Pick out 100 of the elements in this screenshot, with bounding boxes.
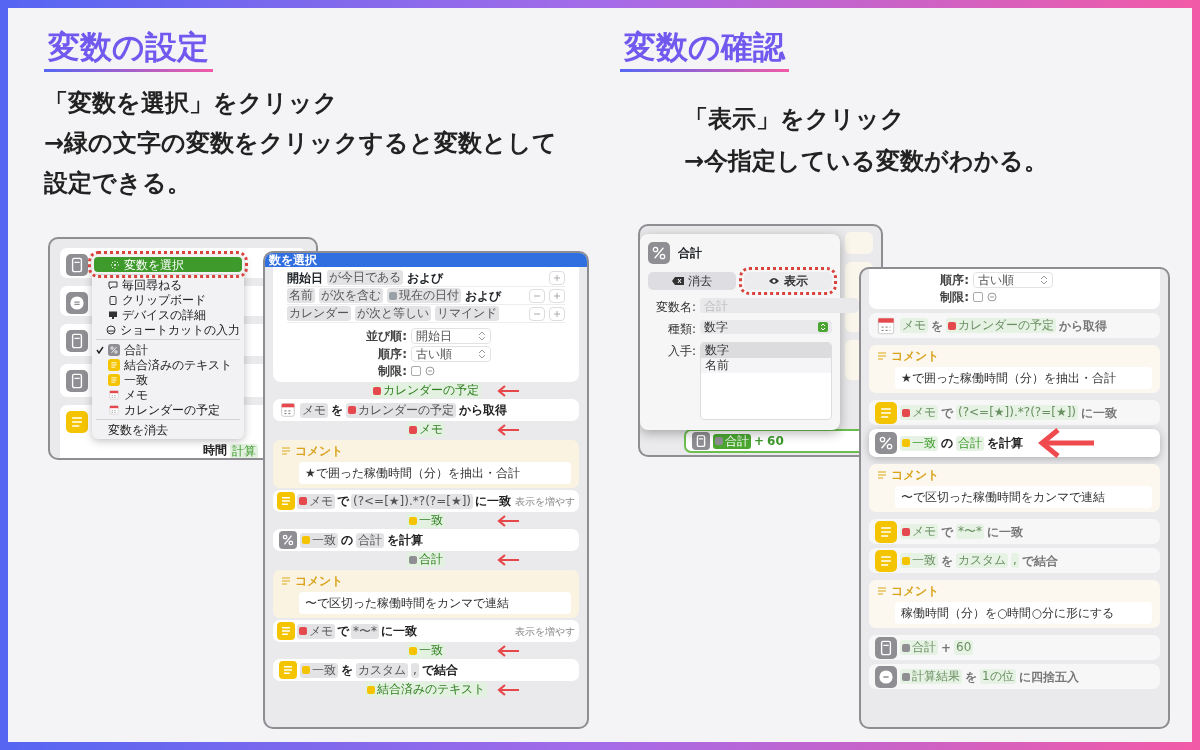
percent-icon <box>648 242 670 264</box>
comment-text: 稼働時間（分）を○時間○分に形にする <box>895 602 1152 624</box>
comment-title: コメント <box>891 348 939 365</box>
sort-select[interactable]: 開始日 <box>411 328 491 344</box>
percent-icon <box>108 343 120 356</box>
action-text: に一致 <box>381 623 417 640</box>
parameter-token[interactable]: が次と等しい <box>355 306 431 321</box>
menu-item[interactable]: 変数を消去 <box>92 422 244 437</box>
action-text: 開始日 <box>287 269 323 287</box>
parameter-token[interactable]: 名前 <box>287 288 315 303</box>
list-option[interactable]: 数字 <box>701 343 831 358</box>
parameter-token[interactable]: (?<=[★]).*?(?=[★]) <box>351 493 474 509</box>
parameter-token[interactable]: 60 <box>954 640 974 655</box>
parameter-token[interactable]: が次を含む <box>319 288 383 303</box>
comment-icon <box>877 586 887 596</box>
variable-token[interactable]: 一致 <box>407 513 445 528</box>
parameter-token[interactable]: , <box>1011 553 1019 568</box>
action-text: で <box>941 404 953 422</box>
menu-item[interactable]: クリップボード <box>92 292 244 307</box>
clipboard-icon <box>108 294 118 305</box>
parameter-token[interactable]: 1の位 <box>980 669 1016 684</box>
action-text: を <box>965 668 977 686</box>
parameter-token[interactable]: 合計 <box>956 435 984 451</box>
parameter-token[interactable]: (?<=[★]).*?(?=[★]) <box>956 405 1079 420</box>
clear-button[interactable]: 消去 <box>648 272 736 290</box>
add-button[interactable] <box>549 306 565 321</box>
action-text: で <box>941 523 953 541</box>
variable-token[interactable]: 一致 <box>900 435 938 451</box>
parameter-token[interactable]: *〜* <box>956 524 984 539</box>
variable-token[interactable]: カレンダーの予定 <box>946 318 1056 333</box>
variable-token[interactable]: 合計 <box>900 640 938 655</box>
show-more-link[interactable]: 表示を増やす <box>515 493 576 509</box>
comment-text: 〜で区切った稼働時間をカンマで連結 <box>895 486 1152 508</box>
variable-token[interactable]: 一致 <box>300 532 338 548</box>
section-heading: 変数の設定 <box>44 28 213 73</box>
type-select[interactable]: 数字 <box>700 320 832 334</box>
parameter-token[interactable]: リマインド <box>435 306 499 321</box>
variable-token[interactable]: 合計 <box>713 433 751 449</box>
variable-token[interactable]: メモ <box>900 524 938 539</box>
action-text: の <box>941 435 953 452</box>
limit-label: 制限: <box>939 288 969 306</box>
variable-token[interactable]: 一致 <box>900 553 938 568</box>
menu-item[interactable]: 結合済みのテキスト <box>92 357 244 372</box>
parameter-token[interactable]: カスタム <box>956 553 1008 568</box>
menu-item[interactable]: 毎回尋ねる <box>92 277 244 292</box>
comment-text: 〜で区切った稼働時間をカンマで連結 <box>299 592 571 614</box>
action-text: を <box>341 662 353 679</box>
calendar-icon <box>108 388 120 401</box>
menu-item[interactable]: ショートカットの入力 <box>92 322 244 337</box>
updown-icon <box>478 349 486 359</box>
action-text: に一致 <box>1081 404 1118 422</box>
add-button[interactable] <box>549 270 565 285</box>
list-option[interactable]: 名前 <box>701 358 831 373</box>
variable-token[interactable]: メモ <box>407 422 445 437</box>
action-text: から取得 <box>459 402 507 419</box>
variable-token[interactable]: 一致 <box>300 662 338 678</box>
calculator-icon <box>692 432 710 450</box>
parameter-token[interactable]: 合計 <box>356 532 384 548</box>
variable-token[interactable]: 計算結果 <box>900 669 962 684</box>
parameter-token[interactable]: メモ <box>300 402 328 418</box>
parameter-token[interactable]: カレンダー <box>287 306 351 321</box>
parameter-token[interactable]: *〜* <box>351 623 379 639</box>
parameter-token[interactable]: , <box>411 662 419 678</box>
menu-item[interactable]: 合計 <box>92 342 244 357</box>
checkbox[interactable] <box>973 291 983 302</box>
menu-item[interactable]: カレンダーの予定 <box>92 402 244 417</box>
menu-item[interactable]: デバイスの詳細 <box>92 307 244 322</box>
variable-token[interactable]: カレンダーの予定 <box>346 402 456 418</box>
parameter-token[interactable]: が今日である <box>327 270 403 285</box>
remove-button[interactable] <box>529 288 545 303</box>
field-label: 種類: <box>666 321 696 338</box>
variable-token[interactable]: メモ <box>900 405 938 420</box>
sort-label: 順序: <box>377 346 407 363</box>
calculator-icon <box>66 330 88 352</box>
action-text: 時間 <box>203 442 227 458</box>
variable-token[interactable]: メモ <box>297 493 335 509</box>
comment-title: コメント <box>295 443 343 460</box>
variable-token[interactable]: 結合済みのテキスト <box>365 682 487 697</box>
variable-token[interactable]: 現在の日付 <box>387 288 461 303</box>
checkbox[interactable] <box>411 365 421 376</box>
menu-item[interactable]: 一致 <box>92 372 244 387</box>
parameter-token[interactable]: メモ <box>900 318 928 333</box>
sparkle-icon <box>110 259 120 270</box>
variable-token[interactable]: カレンダーの予定 <box>371 383 481 398</box>
variable-token[interactable]: メモ <box>297 623 335 639</box>
variable-token[interactable]: 一致 <box>407 643 445 658</box>
action-text: + <box>941 639 952 657</box>
variable-token[interactable]: 合計 <box>407 552 445 567</box>
remove-button[interactable] <box>529 306 545 321</box>
show-more-link[interactable]: 表示を増やす <box>515 623 575 639</box>
action-text: に一致 <box>475 493 512 510</box>
comment-title: コメント <box>891 467 939 484</box>
menu-item[interactable]: メモ <box>92 387 244 402</box>
sort-select[interactable]: 古い順 <box>411 346 491 362</box>
instruction-text: 「変数を選択」をクリック <box>44 88 339 120</box>
add-button[interactable] <box>549 288 565 303</box>
parameter-token[interactable]: 計算 <box>230 444 258 458</box>
instruction-text: 設定できる。 <box>44 167 192 199</box>
parameter-token[interactable]: カスタム <box>356 662 408 678</box>
sort-select[interactable]: 古い順 <box>973 272 1053 288</box>
